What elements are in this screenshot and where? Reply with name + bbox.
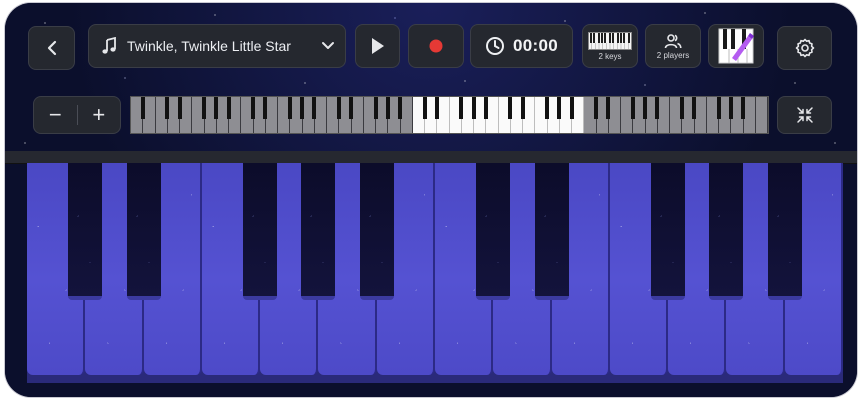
navigator-white-key [180,97,193,133]
navigator-black-key [373,97,378,119]
navigator-white-key [743,97,756,133]
navigator-black-key [741,97,745,119]
theme-button[interactable] [708,24,764,68]
navigator-black-key [459,97,464,119]
navigator-black-key [312,97,317,119]
chevron-left-icon [47,40,56,56]
play-button[interactable] [355,24,400,68]
keyboard-navigator[interactable] [130,96,769,134]
navigator-white-key [755,97,768,133]
clock-icon [486,37,504,55]
navigator-black-key [655,97,660,119]
piano-theme-icon [718,28,754,64]
navigator-black-key [140,97,145,119]
gear-icon [795,38,814,58]
record-icon [429,39,443,53]
record-button[interactable] [408,24,464,68]
chevron-down-icon [322,42,334,49]
users-icon [664,33,682,48]
black-key[interactable] [651,163,686,300]
navigator-white-key [351,97,364,133]
navigator-white-key [572,97,585,133]
black-key[interactable] [767,163,802,300]
timer-value: 00:00 [513,36,558,55]
settings-button[interactable] [777,26,832,70]
navigator-black-key [557,97,562,119]
players-mode-button[interactable]: 2 players [645,24,701,68]
navigator-black-key [520,97,525,119]
navigator-white-key [657,97,670,133]
black-key[interactable] [243,163,278,300]
song-title: Twinkle, Twinkle Little Star [127,38,291,54]
mini-keyboard-icon [588,31,632,50]
timer-display: 00:00 [470,24,573,68]
black-key[interactable] [709,163,744,300]
navigator-white-key [608,97,621,133]
collapse-arrows-icon [796,107,813,123]
navigator-black-key [300,97,304,119]
navigator-white-key [265,97,278,133]
black-key[interactable] [126,163,161,300]
navigator-white-key [400,97,413,133]
players-mode-label: 2 players [656,50,690,60]
navigator-black-key [398,97,402,119]
navigator-black-key [630,97,635,119]
navigator-black-key [545,97,549,119]
navigator-black-key [202,97,206,119]
back-button[interactable] [28,26,75,70]
navigator-white-key [229,97,242,133]
music-note-icon [102,37,116,54]
navigator-black-key [679,97,684,119]
navigator-black-key [716,97,721,119]
song-selector[interactable]: Twinkle, Twinkle Little Star [88,24,346,68]
navigator-white-key [143,97,156,133]
black-key[interactable] [68,163,103,300]
navigator-black-key [385,97,390,119]
navigator-black-key [165,97,170,119]
navigator-black-key [251,97,255,119]
navigator-black-key [606,97,611,119]
navigator-white-key [437,97,450,133]
navigator-white-key [486,97,499,133]
navigator-black-key [177,97,182,119]
keys-mode-button[interactable]: 2 keys [582,24,638,68]
navigator-black-key [226,97,231,119]
collapse-button[interactable] [777,96,832,134]
black-key[interactable] [476,163,511,300]
navigator-black-key [594,97,598,119]
black-key[interactable] [534,163,569,300]
play-icon [371,38,384,54]
navigator-black-key [508,97,513,119]
navigator-black-key [483,97,488,119]
navigator-black-key [422,97,427,119]
black-key[interactable] [301,163,336,300]
navigator-white-key [314,97,327,133]
navigator-black-key [214,97,219,119]
piano-keyboard [27,163,843,383]
zoom-in-button[interactable]: + [78,97,121,133]
navigator-black-key [263,97,268,119]
app-window: Twinkle, Twinkle Little Star 00:00 2 key… [5,3,857,397]
navigator-black-key [434,97,439,119]
keys-mode-label: 2 keys [598,51,622,61]
navigator-black-key [692,97,696,119]
navigator-black-key [471,97,476,119]
navigator-black-key [349,97,353,119]
navigator-black-key [643,97,647,119]
navigator-black-key [569,97,574,119]
zoom-control: − + [33,96,121,134]
navigator-black-key [728,97,733,119]
navigator-black-key [336,97,341,119]
navigator-black-key [287,97,292,119]
navigator-white-key [694,97,707,133]
navigator-white-key [523,97,536,133]
black-key[interactable] [359,163,394,300]
zoom-out-button[interactable]: − [34,97,77,133]
